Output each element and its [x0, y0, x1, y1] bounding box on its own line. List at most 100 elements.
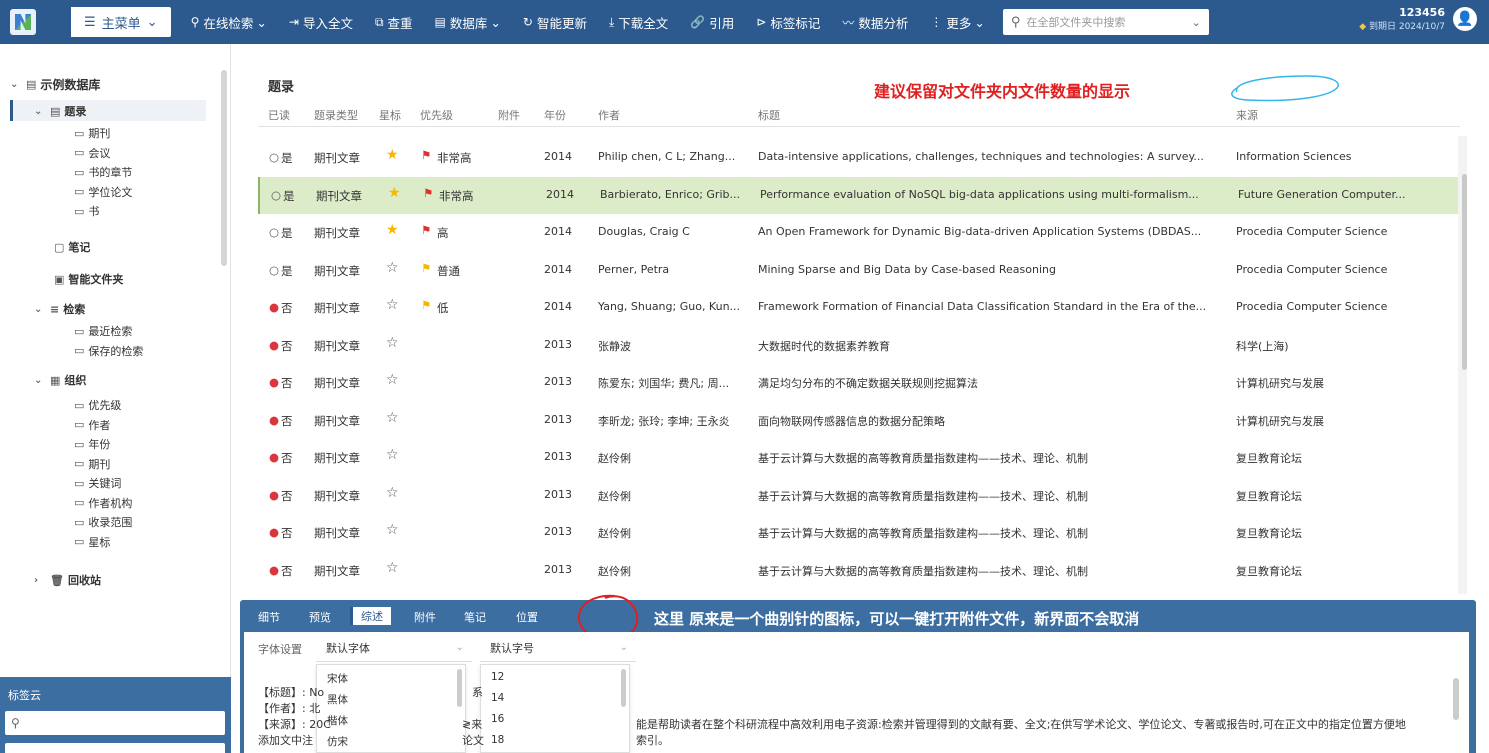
column-header-0[interactable]: 已读	[268, 107, 290, 123]
font-size-select[interactable]: 默认字号 ⌄	[480, 634, 636, 662]
toolbar-item-2[interactable]: ⧉ 查重	[375, 13, 413, 32]
chevron-down-icon[interactable]: ⌄	[1192, 16, 1201, 29]
tree-organize-child-0[interactable]: ▭ 优先级	[74, 397, 121, 413]
star-filled-icon[interactable]: ★	[386, 222, 399, 238]
tab-4[interactable]: 笔记	[464, 609, 486, 625]
tree-search[interactable]: ⌄ ≡ 检索	[34, 301, 85, 317]
unread-dot-icon[interactable]: ●	[269, 563, 279, 577]
tab-1[interactable]: 预览	[309, 609, 331, 625]
column-header-3[interactable]: 优先级	[420, 107, 453, 123]
dropdown-option[interactable]: 12	[491, 671, 504, 683]
read-circle-icon[interactable]: ○	[269, 225, 279, 239]
tree-organize-child-1[interactable]: ▭ 作者	[74, 417, 110, 433]
star-outline-icon[interactable]: ☆	[386, 372, 399, 388]
star-filled-icon[interactable]: ★	[388, 185, 401, 201]
tag-search-input[interactable]: ⚲	[5, 711, 225, 735]
tree-organize[interactable]: ⌄ ▦ 组织	[34, 372, 86, 388]
tree-search-child-1[interactable]: ▭ 保存的检索	[74, 343, 143, 359]
unread-dot-icon[interactable]: ●	[269, 525, 279, 539]
tag-select[interactable]	[5, 743, 225, 753]
read-circle-icon[interactable]: ○	[271, 188, 281, 202]
table-row[interactable]: ● 否期刊文章 ☆ 2013 陈爱东; 刘国华; 费凡; 周... 满足均匀分布的不确定数…	[258, 364, 1460, 401]
table-row[interactable]: ● 否期刊文章 ☆ 2013 赵伶俐 基于云计算与大数据的高等教育质量指数建构——技术、理…	[258, 514, 1460, 551]
star-outline-icon[interactable]: ☆	[386, 485, 399, 501]
dropdown-option[interactable]: 仿宋	[327, 734, 348, 749]
tree-notes[interactable]: ▢ 笔记	[54, 239, 90, 255]
dropdown-option[interactable]: 黑体	[327, 692, 348, 707]
dropdown-option[interactable]: 14	[491, 692, 504, 704]
tree-search-child-0[interactable]: ▭ 最近检索	[74, 323, 132, 339]
table-row[interactable]: ○ 是期刊文章 ★ ⚑ 非常高 2014 Philip chen, C L; Zhang..…	[258, 139, 1460, 176]
global-search-input[interactable]: ⚲ 在全部文件夹中搜索 ⌄	[1002, 9, 1209, 35]
star-outline-icon[interactable]: ☆	[386, 335, 399, 351]
tree-record-type-3[interactable]: ▭ 学位论文	[74, 184, 132, 200]
star-outline-icon[interactable]: ☆	[386, 410, 399, 426]
column-header-5[interactable]: 年份	[544, 107, 566, 123]
tree-record-type-4[interactable]: ▭ 书	[74, 203, 99, 219]
read-circle-icon[interactable]: ○	[269, 150, 279, 164]
table-row[interactable]: ● 否期刊文章 ☆ 2013 李昕龙; 张玲; 李坤; 王永炎 面向物联网传感器信息的数据…	[258, 402, 1460, 439]
tree-organize-child-6[interactable]: ▭ 收录范围	[74, 514, 132, 530]
toolbar-item-6[interactable]: 🔗 引用	[690, 13, 734, 32]
star-outline-icon[interactable]: ☆	[386, 522, 399, 538]
tree-database[interactable]: ⌄ ▤ 示例数据库	[10, 76, 100, 93]
tree-organize-child-7[interactable]: ▭ 星标	[74, 534, 110, 550]
tree-smart-folder[interactable]: ▣ 智能文件夹	[54, 271, 123, 287]
dropdown-scrollbar[interactable]	[621, 669, 626, 707]
tree-records[interactable]: ⌄ ▤ 题录	[34, 103, 86, 119]
toolbar-item-9[interactable]: ⋮ 更多 ⌄	[930, 13, 985, 32]
avatar[interactable]: 👤	[1453, 7, 1477, 31]
star-outline-icon[interactable]: ☆	[386, 447, 399, 463]
tree-organize-child-3[interactable]: ▭ 期刊	[74, 456, 110, 472]
unread-dot-icon[interactable]: ●	[269, 450, 279, 464]
tree-record-type-2[interactable]: ▭ 书的章节	[74, 164, 132, 180]
unread-dot-icon[interactable]: ●	[269, 413, 279, 427]
star-outline-icon[interactable]: ☆	[386, 297, 399, 313]
column-header-1[interactable]: 题录类型	[314, 107, 358, 123]
unread-dot-icon[interactable]: ●	[269, 338, 279, 352]
toolbar-item-1[interactable]: ⇥ 导入全文	[289, 13, 353, 32]
tree-organize-child-4[interactable]: ▭ 关键词	[74, 475, 121, 491]
toolbar-item-7[interactable]: ⊳ 标签标记	[756, 13, 820, 32]
column-header-2[interactable]: 星标	[379, 107, 401, 123]
read-circle-icon[interactable]: ○	[269, 263, 279, 277]
unread-dot-icon[interactable]: ●	[269, 300, 279, 314]
detail-scrollbar[interactable]	[1453, 678, 1459, 720]
toolbar-item-8[interactable]: 〰数据分析	[842, 13, 908, 32]
sidebar-scrollbar[interactable]	[221, 70, 227, 266]
dropdown-scrollbar[interactable]	[457, 669, 462, 707]
dropdown-option[interactable]: 宋体	[327, 671, 348, 686]
unread-dot-icon[interactable]: ●	[269, 488, 279, 502]
tab-2[interactable]: 综述	[350, 607, 391, 625]
tab-0[interactable]: 细节	[258, 609, 280, 625]
table-row[interactable]: ○ 是期刊文章 ☆ ⚑ 普通 2014 Perner, Petra Mining Sparse…	[258, 252, 1460, 289]
tree-record-type-1[interactable]: ▭ 会议	[74, 145, 110, 161]
star-filled-icon[interactable]: ★	[386, 147, 399, 163]
table-row[interactable]: ○ 是期刊文章 ★ ⚑ 非常高 2014 Barbierato, Enrico; Grib.…	[258, 176, 1460, 214]
toolbar-item-5[interactable]: ⤓ 下载全文	[609, 13, 668, 32]
main-menu-button[interactable]: ☰ 主菜单 ⌄	[68, 7, 171, 37]
font-family-select[interactable]: 默认字体 ⌄	[316, 634, 472, 662]
toolbar-item-3[interactable]: ▤ 数据库 ⌄	[435, 13, 501, 32]
dropdown-option[interactable]: 16	[491, 713, 504, 725]
table-row[interactable]: ● 否期刊文章 ☆ 2013 张静波 大数据时代的数据素养教育 科学(上海)	[258, 327, 1460, 364]
table-row[interactable]: ● 否期刊文章 ☆ 2013 赵伶俐 基于云计算与大数据的高等教育质量指数建构——技术、理…	[258, 439, 1460, 476]
star-outline-icon[interactable]: ☆	[386, 260, 399, 276]
column-header-6[interactable]: 作者	[598, 107, 620, 123]
column-header-7[interactable]: 标题	[758, 107, 780, 123]
user-info[interactable]: 123456 ◆ 到期日 2024/10/7 👤	[1359, 6, 1477, 32]
list-scrollbar[interactable]	[1462, 174, 1467, 370]
table-row[interactable]: ● 否期刊文章 ☆ ⚑ 低 2014 Yang, Shuang; Guo, Kun... Fr…	[258, 289, 1460, 326]
tab-3[interactable]: 附件	[414, 609, 436, 625]
column-header-4[interactable]: 附件	[498, 107, 520, 123]
dropdown-option[interactable]: 18	[491, 734, 504, 746]
toolbar-item-4[interactable]: ↻ 智能更新	[523, 13, 587, 32]
unread-dot-icon[interactable]: ●	[269, 375, 279, 389]
column-header-8[interactable]: 来源	[1236, 107, 1258, 123]
table-row[interactable]: ○ 是期刊文章 ★ ⚑ 高 2014 Douglas, Craig C An Open Fra…	[258, 214, 1460, 251]
star-outline-icon[interactable]: ☆	[386, 560, 399, 576]
tree-organize-child-5[interactable]: ▭ 作者机构	[74, 495, 132, 511]
tree-organize-child-2[interactable]: ▭ 年份	[74, 436, 110, 452]
table-row[interactable]: ● 否期刊文章 ☆ 2013 赵伶俐 基于云计算与大数据的高等教育质量指数建构——技术、理…	[258, 477, 1460, 514]
table-row[interactable]: ● 否期刊文章 ☆ 2013 赵伶俐 基于云计算与大数据的高等教育质量指数建构——技术、理…	[258, 552, 1460, 589]
